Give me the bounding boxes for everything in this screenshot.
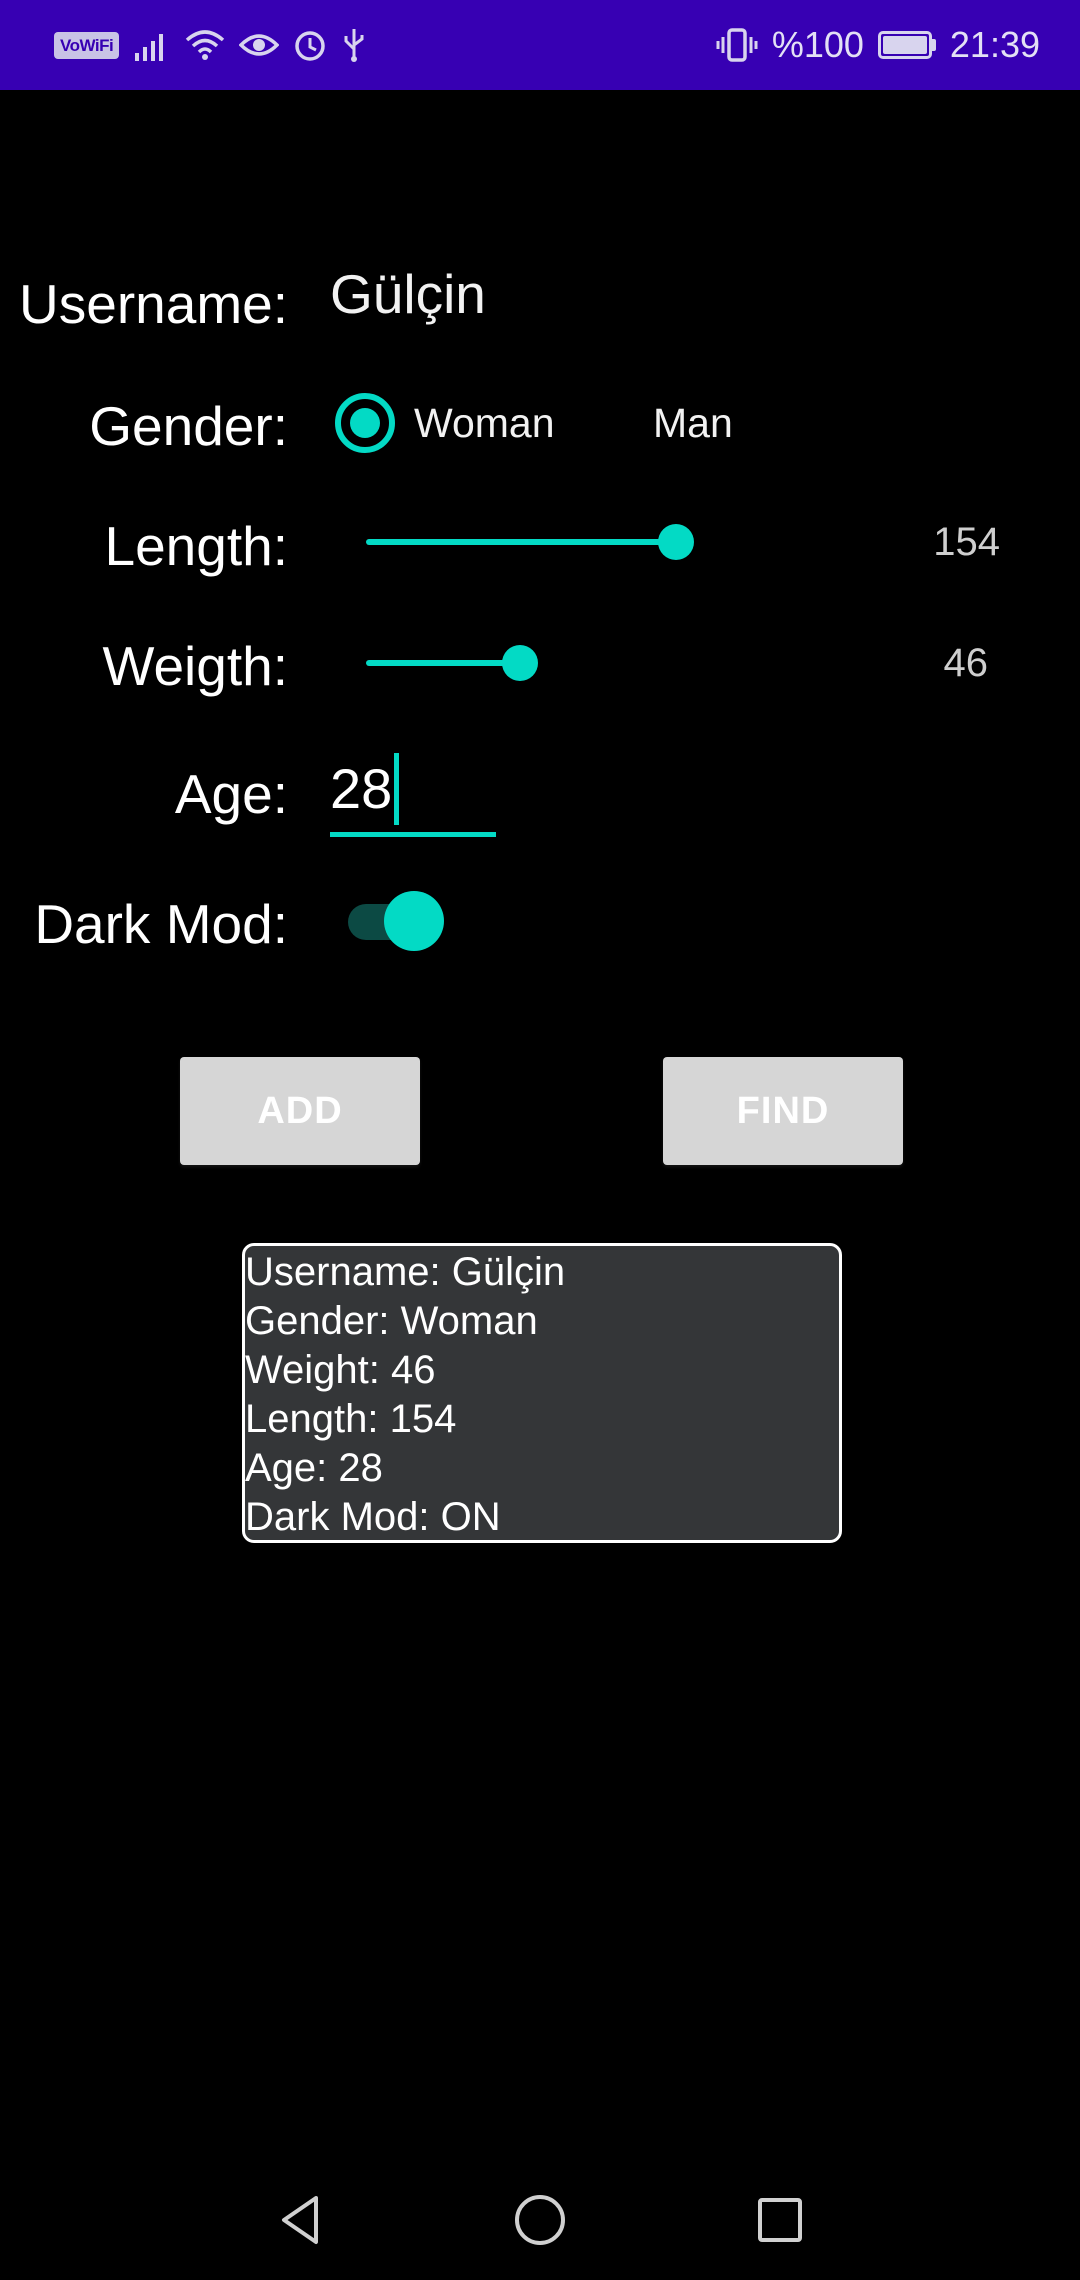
wifi-icon xyxy=(185,28,225,62)
length-slider[interactable] xyxy=(366,522,696,562)
weight-label: Weigth: xyxy=(102,635,288,697)
radio-man-label[interactable]: Man xyxy=(653,400,733,447)
app-screen: VoWiFi %100 21:39 Username: Gülçin Gende… xyxy=(0,0,1080,2280)
home-icon[interactable] xyxy=(504,2184,576,2256)
radio-woman-label[interactable]: Woman xyxy=(414,400,555,447)
result-age: Age: 28 xyxy=(245,1446,383,1490)
recents-icon[interactable] xyxy=(744,2184,816,2256)
add-button[interactable]: ADD xyxy=(180,1057,420,1165)
length-slider-track xyxy=(366,539,676,545)
text-caret xyxy=(394,752,400,825)
weight-slider-track xyxy=(366,660,522,666)
age-input-value: 28 xyxy=(330,757,393,820)
weight-slider-thumb[interactable] xyxy=(502,645,538,681)
vowifi-icon: VoWiFi xyxy=(54,31,120,59)
battery-charging-icon xyxy=(877,31,936,59)
dark-mode-switch[interactable] xyxy=(344,888,444,952)
radio-woman[interactable] xyxy=(335,393,395,453)
clock: 21:39 xyxy=(949,24,1040,65)
status-bar: VoWiFi %100 21:39 xyxy=(0,0,1080,90)
radio-selected-dot xyxy=(350,408,380,438)
username-label: Username: xyxy=(19,273,288,335)
length-label: Length: xyxy=(104,515,288,577)
status-bar-right: %100 21:39 xyxy=(716,24,1040,66)
result-dark-mode: Dark Mod: ON xyxy=(245,1495,501,1539)
back-icon[interactable] xyxy=(264,2184,336,2256)
result-username: Username: Gülçin xyxy=(245,1250,566,1294)
dark-mode-label: Dark Mod: xyxy=(34,893,288,955)
navigation-bar xyxy=(0,2160,1080,2280)
result-text-box: Username: Gülçin Gender: Woman Weight: 4… xyxy=(242,1243,842,1543)
alarm-icon xyxy=(293,28,327,62)
result-gender: Gender: Woman xyxy=(245,1299,538,1343)
result-length: Length: 154 xyxy=(245,1397,457,1441)
eye-icon xyxy=(239,30,280,60)
switch-thumb xyxy=(384,891,444,951)
age-input[interactable]: 28 xyxy=(330,745,496,837)
vibrate-icon xyxy=(716,28,758,62)
result-weight: Weight: 46 xyxy=(245,1348,436,1392)
status-bar-left: VoWiFi xyxy=(54,27,367,63)
usb-icon xyxy=(341,27,367,63)
find-button[interactable]: FIND xyxy=(663,1057,903,1165)
signal-icon xyxy=(133,29,171,61)
weight-value: 46 xyxy=(943,641,989,685)
username-value: Gülçin xyxy=(330,263,486,325)
battery-percent: %100 xyxy=(771,24,864,65)
gender-label: Gender: xyxy=(89,395,288,457)
weight-slider[interactable] xyxy=(366,643,546,683)
length-value: 154 xyxy=(933,520,1000,564)
age-label: Age: xyxy=(174,763,288,825)
length-slider-thumb[interactable] xyxy=(658,524,694,560)
